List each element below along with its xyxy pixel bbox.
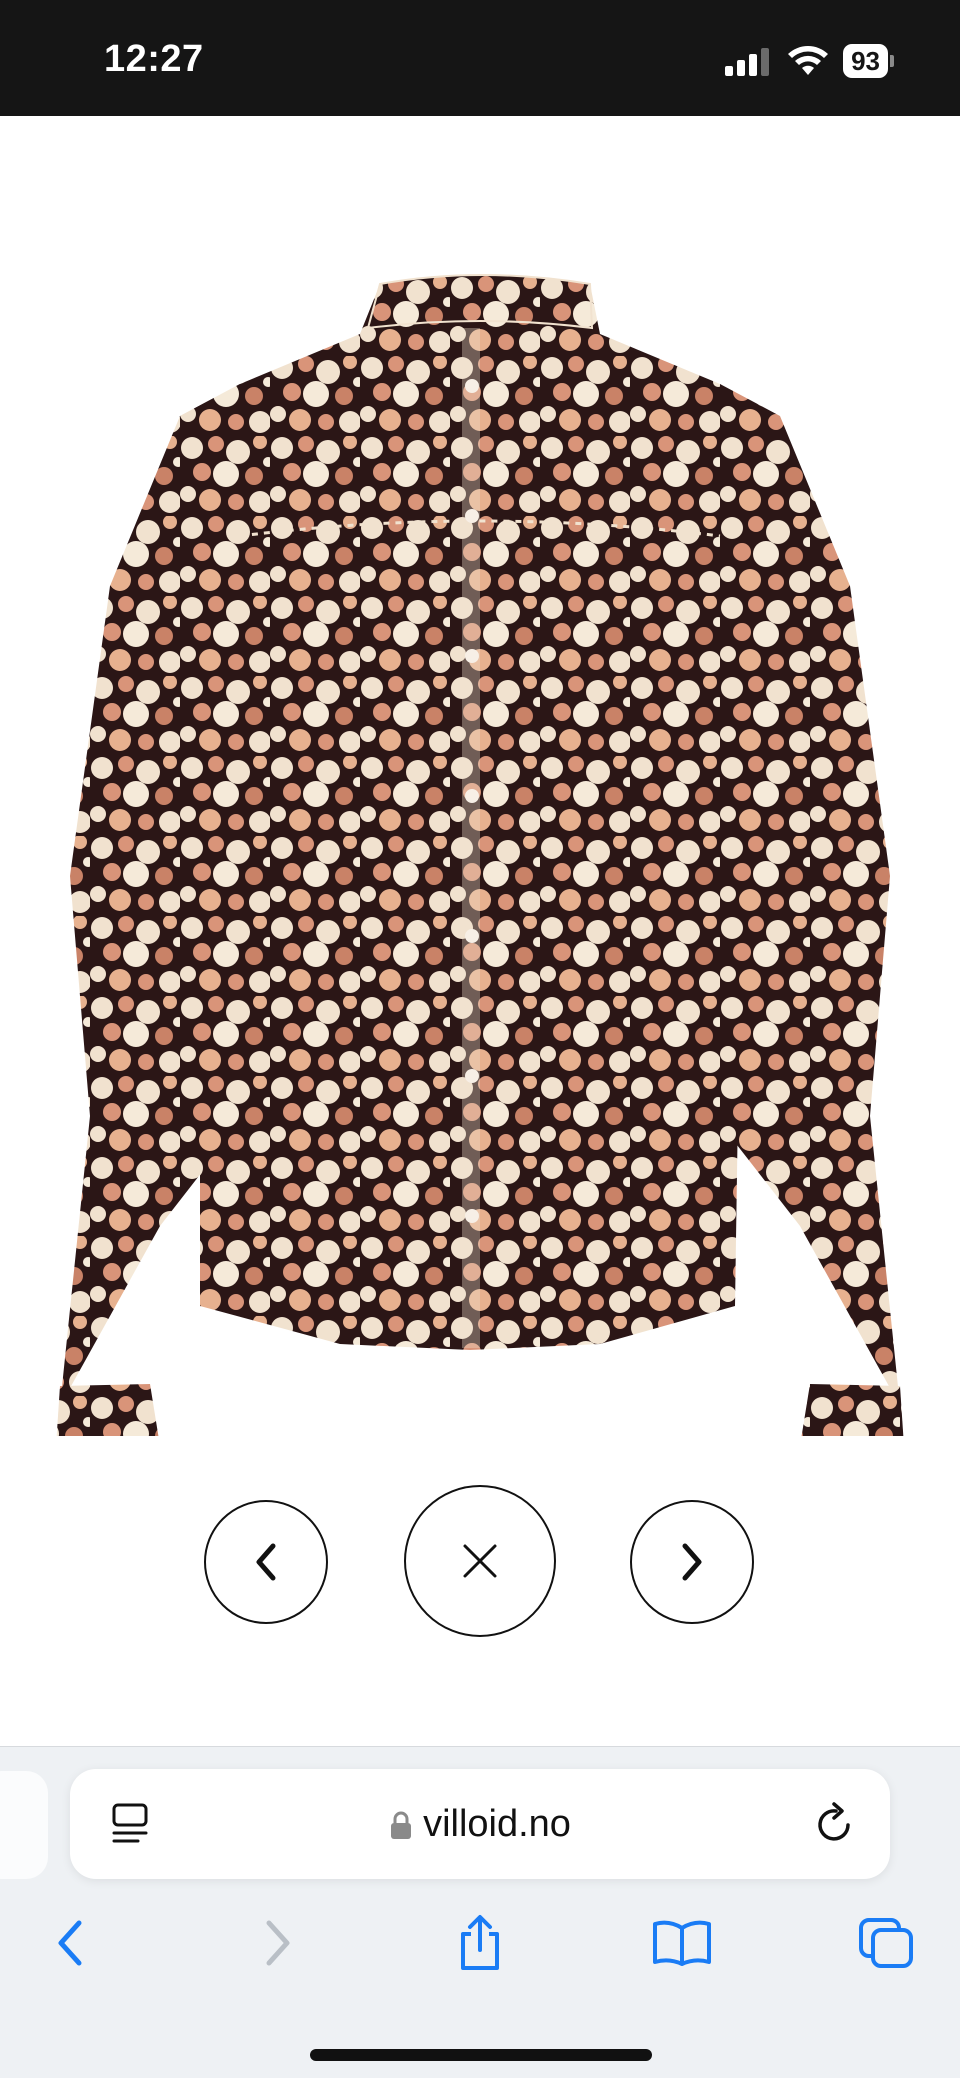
status-icons: 93 bbox=[725, 44, 894, 78]
product-image-viewer bbox=[0, 116, 960, 1746]
bookmarks-button[interactable] bbox=[646, 1907, 718, 1979]
browser-bottom-bar: villoid.no bbox=[0, 1746, 960, 2078]
cellular-signal-icon bbox=[725, 48, 770, 76]
close-icon bbox=[463, 1544, 497, 1578]
browser-toolbar bbox=[0, 1907, 960, 1987]
chevron-left-icon bbox=[256, 1543, 276, 1581]
share-button[interactable] bbox=[444, 1907, 516, 1979]
url-text: villoid.no bbox=[423, 1803, 571, 1845]
chevron-right-icon bbox=[682, 1543, 702, 1581]
forward-icon bbox=[266, 1920, 290, 1966]
floral-print-blouse-image bbox=[56, 274, 904, 1436]
tabs-button[interactable] bbox=[850, 1907, 922, 1979]
back-icon bbox=[58, 1920, 82, 1966]
battery-icon: 93 bbox=[843, 44, 888, 78]
lock-icon bbox=[391, 1811, 412, 1839]
forward-button[interactable] bbox=[242, 1907, 314, 1979]
bookmarks-icon bbox=[653, 1920, 711, 1966]
tabs-icon bbox=[859, 1918, 913, 1968]
battery-nub bbox=[890, 55, 894, 67]
share-icon bbox=[461, 1915, 499, 1970]
address-bar[interactable]: villoid.no bbox=[70, 1769, 890, 1879]
status-time: 12:27 bbox=[104, 38, 204, 80]
next-image-button[interactable] bbox=[630, 1500, 754, 1624]
wifi-icon bbox=[788, 46, 829, 75]
back-button[interactable] bbox=[34, 1907, 106, 1979]
url-display[interactable]: villoid.no bbox=[70, 1803, 890, 1846]
status-bar: 12:27 93 bbox=[0, 0, 960, 116]
home-indicator[interactable] bbox=[310, 2049, 652, 2061]
previous-image-button[interactable] bbox=[204, 1500, 328, 1624]
reload-icon[interactable] bbox=[814, 1801, 856, 1845]
previous-tab-preview[interactable] bbox=[0, 1771, 48, 1879]
close-viewer-button[interactable] bbox=[404, 1485, 556, 1637]
